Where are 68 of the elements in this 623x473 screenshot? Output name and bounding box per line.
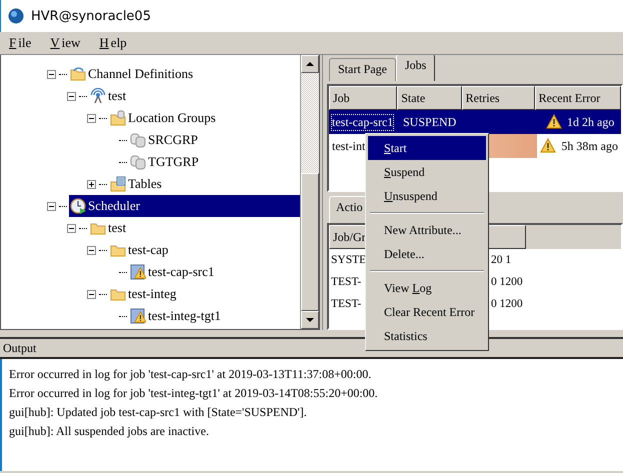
folder-icon <box>110 176 126 192</box>
tree-item[interactable]: SRCGRP <box>129 129 300 151</box>
log-line: gui[hub]: All suspended jobs are inactive. <box>9 424 210 440</box>
database-icon <box>130 154 146 170</box>
expander-icon[interactable] <box>67 224 76 232</box>
table-cell: test-cap-src1 <box>332 114 394 130</box>
warning-icon <box>546 114 562 130</box>
expander-icon[interactable] <box>87 290 96 298</box>
menu-item[interactable]: Start <box>368 136 486 160</box>
log-line: Error occurred in log for job 'test-integ-tgt1' at 2019-03-14T08:55:20+00:00. <box>9 386 379 402</box>
menu-item[interactable]: File <box>7 35 36 51</box>
tree-item[interactable]: Tables <box>109 173 300 195</box>
table-cell: 5h 38m ago <box>561 138 618 154</box>
column-header[interactable]: Retries <box>462 86 535 110</box>
menu-item[interactable]: Unsuspend <box>368 184 486 208</box>
menu-item[interactable]: Suspend <box>368 160 486 184</box>
tree-item[interactable]: test-integ-tgt1 <box>129 305 300 327</box>
expander-icon[interactable] <box>87 180 96 188</box>
column-header[interactable]: State <box>397 86 462 110</box>
expander-icon[interactable] <box>47 202 56 210</box>
expander-icon[interactable] <box>47 70 56 78</box>
tab[interactable]: Jobs <box>396 55 436 81</box>
warning-icon <box>540 138 556 154</box>
tree-item[interactable]: test-cap-src1 <box>129 261 300 283</box>
tree-item[interactable]: test-integ <box>109 283 300 305</box>
column-header[interactable]: Recent Error <box>534 86 621 110</box>
table-cell: SYSTE <box>331 254 366 266</box>
job-warning-icon <box>130 264 146 280</box>
scrollbar[interactable] <box>300 55 319 329</box>
database-icon <box>130 132 146 148</box>
table-row[interactable]: test-cap-src1 SUSPEND 1d 2h ago <box>329 110 621 134</box>
tree-item[interactable]: Channel Definitions <box>69 63 300 85</box>
expander-icon[interactable] <box>87 246 96 254</box>
menu-item[interactable]: View <box>48 35 84 51</box>
table-cell: TEST- <box>331 276 362 288</box>
folder-icon <box>70 66 86 82</box>
table-cell: 0 1200 <box>491 276 523 288</box>
tab[interactable]: Start Page <box>329 58 396 81</box>
tree-item[interactable]: Location Groups <box>109 107 300 129</box>
window-title: HVR@synoracle05 <box>31 8 151 24</box>
folder-icon <box>110 110 126 126</box>
expander-icon[interactable] <box>87 114 96 122</box>
table-cell: TEST- <box>331 298 362 310</box>
column-header[interactable]: Job <box>329 86 398 110</box>
menu-item[interactable]: Help <box>97 35 131 51</box>
menu-item[interactable]: New Attribute... <box>368 218 486 242</box>
job-warning-icon <box>130 308 146 324</box>
expander-icon[interactable] <box>67 92 76 100</box>
table-cell: SUSPEND <box>403 114 456 130</box>
clock-icon <box>70 198 86 214</box>
up-arrow-icon <box>305 60 315 68</box>
table-cell: test-int <box>332 138 366 154</box>
log-line: gui[hub]: Updated job test-cap-src1 with [State='SUSPEND']. <box>9 405 308 421</box>
tree-item[interactable]: test <box>89 85 300 107</box>
tree-item[interactable]: test-cap <box>109 239 300 261</box>
antenna-icon <box>90 88 106 104</box>
log-line: Error occurred in log for job 'test-cap-src1' at 2019-03-13T11:37:08+00:00. <box>9 367 372 383</box>
tree-item[interactable]: Scheduler <box>69 195 300 217</box>
menu-item[interactable]: Delete... <box>368 242 486 266</box>
tree-item[interactable]: TGTGRP <box>129 151 300 173</box>
menu-item[interactable]: Clear Recent Error <box>368 300 486 324</box>
table-cell: 0 1200 <box>491 298 523 310</box>
tree-item[interactable]: test <box>89 217 300 239</box>
app-globe-icon <box>8 8 24 24</box>
down-arrow-icon <box>305 316 315 324</box>
table-cell: 20 1 <box>491 254 512 266</box>
table-cell: 1d 2h ago <box>567 114 614 130</box>
menu-item[interactable]: View Log <box>368 276 486 300</box>
